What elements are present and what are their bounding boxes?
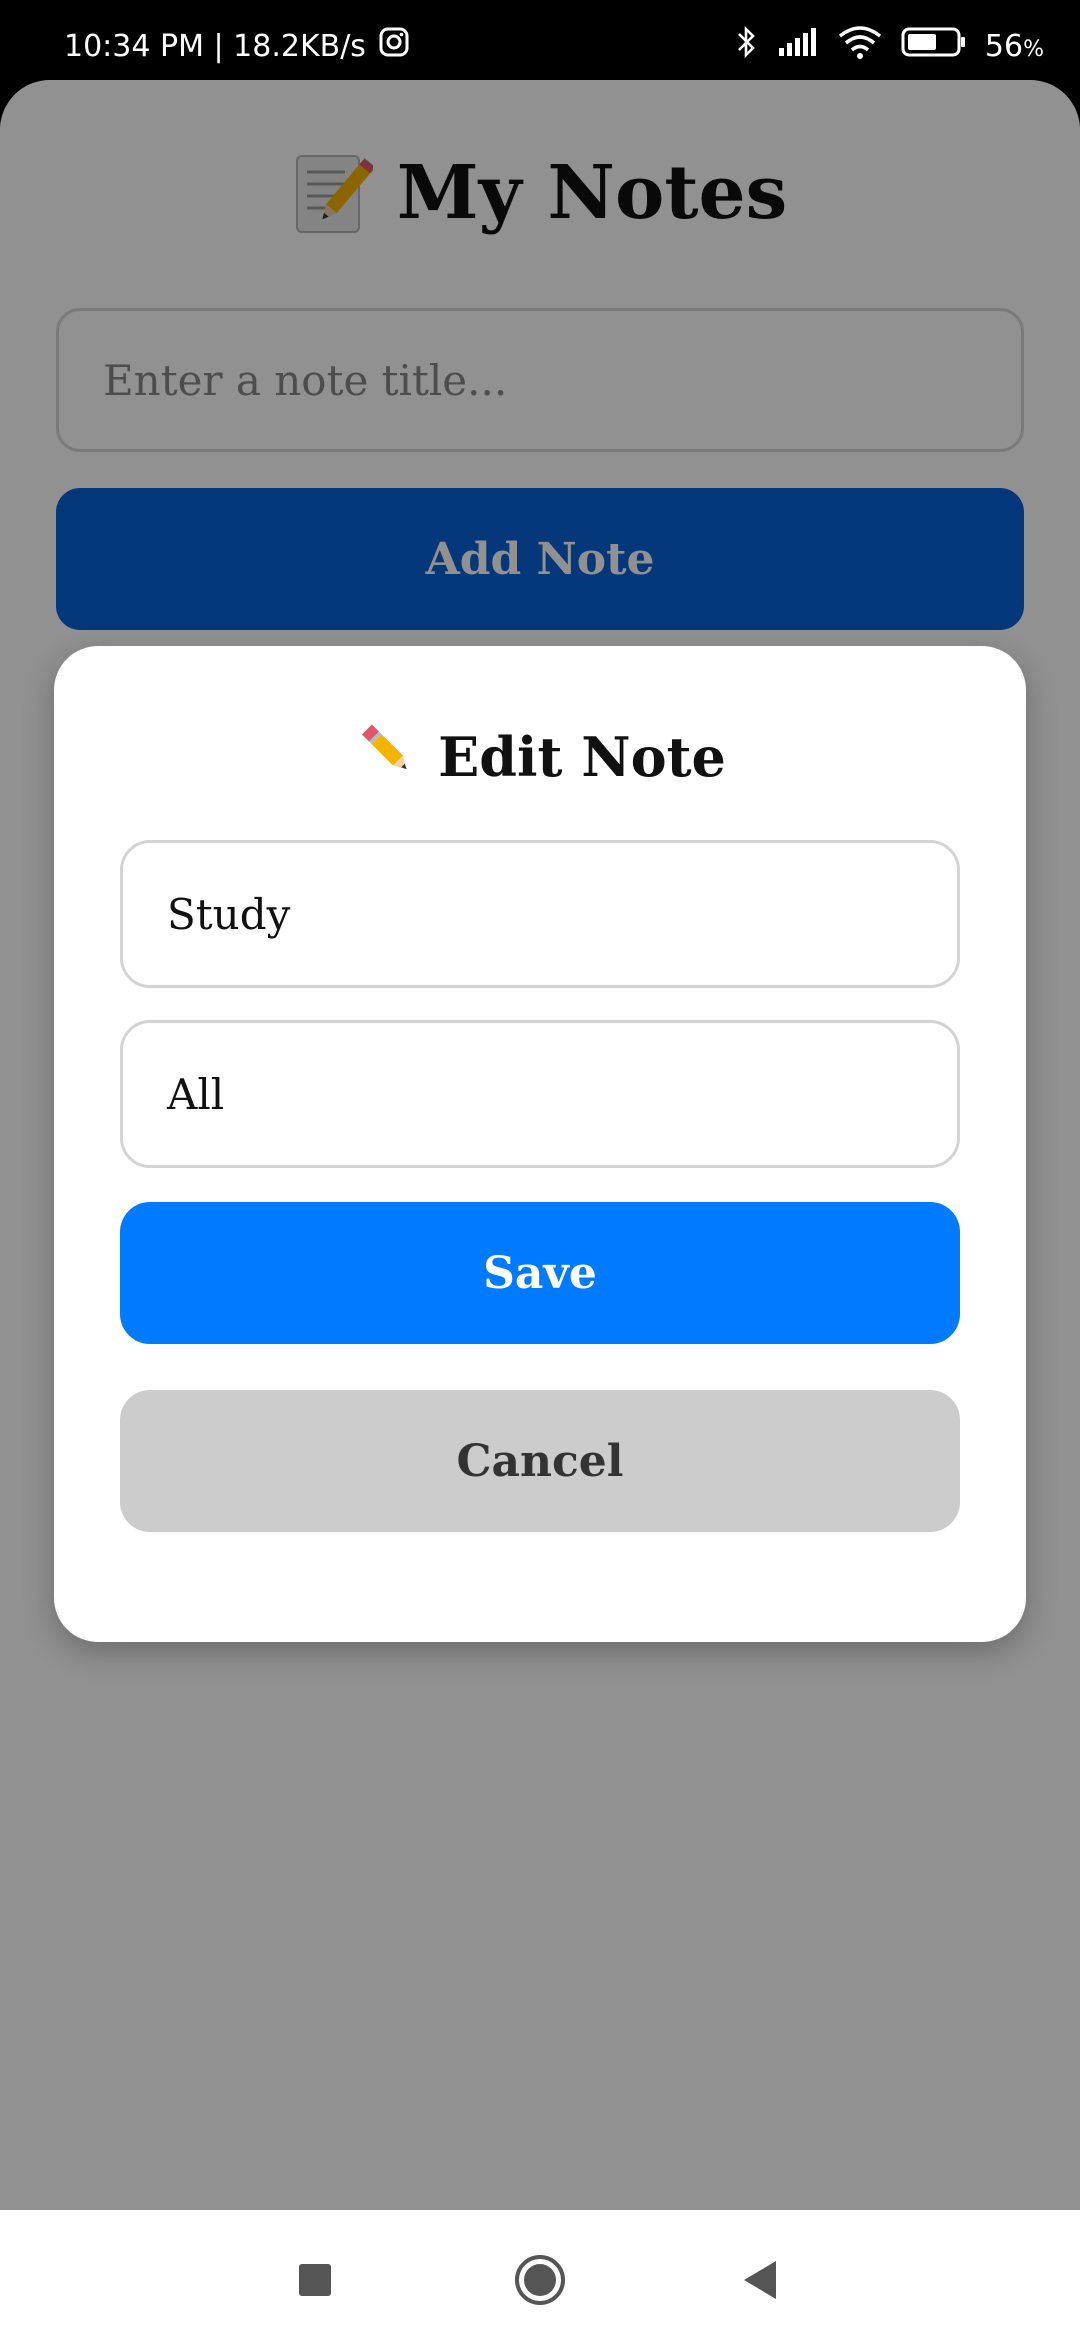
- battery-icon: [901, 26, 967, 66]
- modal-title-text: Edit Note: [438, 724, 726, 789]
- back-icon[interactable]: [730, 2250, 790, 2310]
- edit-title-value: Study: [167, 889, 291, 939]
- status-bar: 10:34 PM | 18.2KB/s 56%: [0, 0, 1080, 80]
- home-icon[interactable]: [510, 2250, 570, 2310]
- edit-category-value: All: [167, 1069, 225, 1119]
- status-time-speed: 10:34 PM | 18.2KB/s: [64, 28, 366, 64]
- modal-title: Edit Note: [54, 718, 1026, 795]
- signal-icon: [777, 26, 819, 66]
- recent-apps-icon[interactable]: [285, 2250, 345, 2310]
- pencil-icon: [354, 718, 418, 795]
- edit-note-modal: Edit Note Study All Save Cancel: [54, 646, 1026, 1642]
- navigation-bar: [0, 2210, 1080, 2340]
- bluetooth-icon: [735, 24, 759, 68]
- instagram-icon: [378, 26, 410, 66]
- edit-title-field[interactable]: Study: [120, 840, 960, 988]
- save-button[interactable]: Save: [120, 1202, 960, 1344]
- cancel-button[interactable]: Cancel: [120, 1390, 960, 1532]
- edit-category-field[interactable]: All: [120, 1020, 960, 1168]
- battery-percent: 56%: [984, 28, 1044, 64]
- wifi-icon: [837, 24, 883, 68]
